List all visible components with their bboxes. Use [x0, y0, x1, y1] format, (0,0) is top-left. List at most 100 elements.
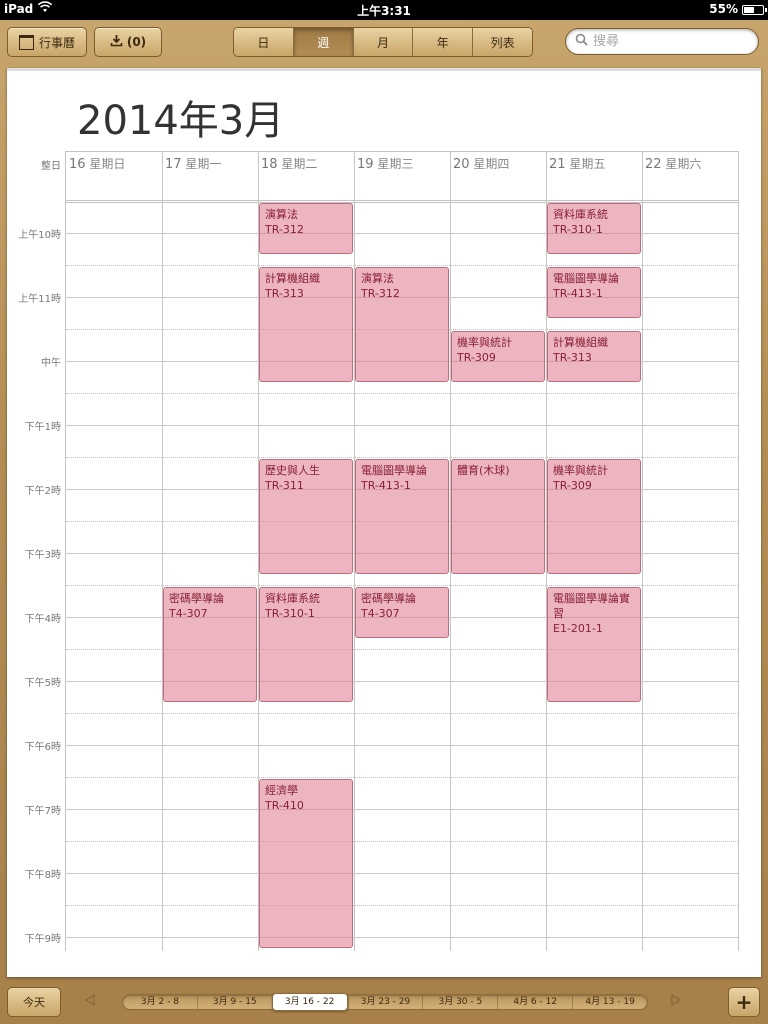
day-name: 星期一 [185, 157, 222, 171]
week-item[interactable]: 3月 2 - 8 [123, 995, 197, 1009]
half-hour-line [66, 585, 738, 586]
half-hour-line [66, 457, 738, 458]
event-title: 資料庫系統 [265, 592, 320, 605]
calendars-button[interactable]: 行事曆 [7, 27, 87, 57]
week-item[interactable]: 3月 30 - 5 [422, 995, 497, 1009]
time-label: 下午1時 [24, 422, 61, 433]
time-label: 下午3時 [24, 550, 61, 561]
add-icon: + [735, 990, 753, 1014]
add-event-button[interactable]: + [728, 987, 760, 1017]
event-location: T4-307 [169, 607, 208, 620]
week-item[interactable]: 4月 13 - 19 [572, 995, 647, 1009]
event-location: TR-312 [361, 287, 400, 300]
view-segmented-control: 日週月年列表 [233, 27, 533, 57]
calendar-event[interactable]: 歷史與人生 TR-311 [259, 459, 353, 575]
day-header: 19 星期三 [354, 152, 450, 200]
today-button[interactable]: 今天 [7, 987, 61, 1017]
event-title: 機率與統計 [457, 336, 512, 349]
download-icon [110, 34, 123, 51]
calendar-event[interactable]: 體育(木球) [451, 459, 545, 575]
event-title: 電腦圖學導論 [361, 464, 427, 477]
hour-line [66, 873, 738, 874]
day-name: 星期六 [665, 157, 702, 171]
week-grid: 16 星期日 17 星期一 18 星期二 19 星期三 20 星期四 21 星期五 22 星… [65, 151, 739, 951]
calendar-event[interactable]: 計算機組織 TR-313 [547, 331, 641, 383]
week-selector: 3月 2 - 8 3月 9 - 15 3月 16 - 22 3月 23 - 29 3月 … [122, 993, 648, 1011]
search-icon [575, 33, 588, 50]
calendar-event[interactable]: 電腦圖學導論 TR-413-1 [355, 459, 449, 575]
week-item[interactable]: 3月 23 - 29 [347, 995, 423, 1009]
time-label: 下午7時 [24, 806, 61, 817]
hour-line [66, 745, 738, 746]
event-location: TR-310-1 [553, 223, 603, 236]
event-title: 演算法 [265, 208, 298, 221]
event-title: 歷史與人生 [265, 464, 320, 477]
day-name: 星期二 [281, 157, 318, 171]
event-title: 電腦圖學導論實習 [553, 592, 630, 620]
hour-line [66, 425, 738, 426]
calendar-event[interactable]: 機率與統計 TR-309 [451, 331, 545, 383]
calendar-event[interactable]: 計算機組織 TR-313 [259, 267, 353, 383]
day-header: 17 星期一 [162, 152, 258, 200]
leather-frame: 行事曆 (0) 日週月年列表 2014年3月 16 星期日17 星期一18 星期… [0, 20, 768, 1024]
month-title: 2014年3月 [77, 98, 285, 144]
view-tab-0[interactable]: 日 [234, 28, 293, 56]
calendar-event[interactable]: 演算法 TR-312 [355, 267, 449, 383]
event-location: TR-313 [553, 351, 592, 364]
calendar-page: 2014年3月 16 星期日 17 星期一 18 星期二 19 星期三 20 星期四 21… [7, 68, 761, 977]
event-title: 資料庫系統 [553, 208, 608, 221]
event-title: 體育(木球) [457, 464, 510, 477]
event-location: T4-307 [361, 607, 400, 620]
day-number: 19 [357, 157, 374, 172]
day-header: 16 星期日 [66, 152, 162, 200]
next-week-arrow-icon[interactable] [668, 993, 684, 1009]
half-hour-line [66, 265, 738, 266]
calendar-event[interactable]: 機率與統計 TR-309 [547, 459, 641, 575]
half-hour-line [66, 841, 738, 842]
day-number: 22 [645, 157, 662, 172]
calendar-event[interactable]: 資料庫系統 TR-310-1 [547, 203, 641, 255]
view-tab-4[interactable]: 列表 [472, 28, 532, 56]
today-button-label: 今天 [23, 996, 45, 1009]
time-label: 下午4時 [24, 614, 61, 625]
hour-line [66, 809, 738, 810]
calendar-event[interactable]: 密碼學導論 T4-307 [163, 587, 257, 703]
calendar-event[interactable]: 演算法 TR-312 [259, 203, 353, 255]
calendar-event[interactable]: 經濟學 TR-410 [259, 779, 353, 948]
battery-percent: 55% [709, 2, 738, 16]
event-location: TR-310-1 [265, 607, 315, 620]
time-label: 下午9時 [24, 934, 61, 945]
event-location: TR-410 [265, 799, 304, 812]
day-number: 17 [165, 157, 182, 172]
calendar-event[interactable]: 電腦圖學導論實習 E1-201-1 [547, 587, 641, 703]
battery-icon [742, 5, 767, 15]
half-hour-line [66, 777, 738, 778]
time-label: 上午10時 [18, 230, 61, 241]
view-tab-1[interactable]: 週 [292, 28, 353, 56]
week-item[interactable]: 3月 9 - 15 [196, 995, 272, 1009]
day-number: 21 [549, 157, 566, 172]
event-title: 計算機組織 [265, 272, 320, 285]
calendar-event[interactable]: 電腦圖學導論 TR-413-1 [547, 267, 641, 319]
view-tab-3[interactable]: 年 [412, 28, 473, 56]
day-number: 18 [261, 157, 278, 172]
time-label: 下午5時 [24, 678, 61, 689]
search-input[interactable] [593, 34, 743, 49]
view-tab-2[interactable]: 月 [352, 28, 413, 56]
search-field[interactable] [565, 28, 759, 55]
event-title: 電腦圖學導論 [553, 272, 619, 285]
event-location: TR-413-1 [553, 287, 603, 300]
event-location: E1-201-1 [553, 622, 603, 635]
inbox-button[interactable]: (0) [94, 27, 162, 57]
week-item[interactable]: 4月 6 - 12 [497, 995, 572, 1009]
prev-week-arrow-icon[interactable] [82, 993, 98, 1009]
day-name: 星期日 [89, 157, 126, 171]
event-location: TR-309 [553, 479, 592, 492]
calendar-event[interactable]: 資料庫系統 TR-310-1 [259, 587, 353, 703]
day-name: 星期五 [569, 157, 606, 171]
event-location: TR-413-1 [361, 479, 411, 492]
column-divider [642, 152, 643, 951]
calendar-event[interactable]: 密碼學導論 T4-307 [355, 587, 449, 639]
week-item[interactable]: 3月 16 - 22 [271, 993, 348, 1011]
half-hour-line [66, 393, 738, 394]
